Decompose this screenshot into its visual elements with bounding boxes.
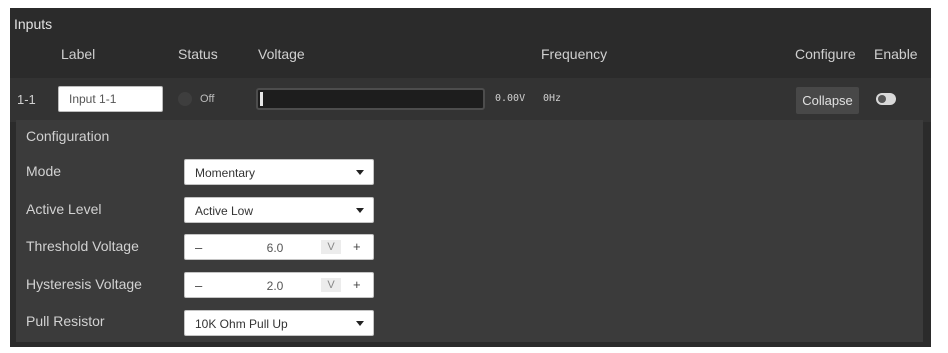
hysteresis-voltage-value[interactable]: 2.0 xyxy=(245,279,305,293)
threshold-voltage-stepper[interactable]: – 6.0 V + xyxy=(184,234,374,260)
pull-resistor-value: 10K Ohm Pull Up xyxy=(195,317,288,331)
panel-title: Inputs xyxy=(14,16,53,32)
configuration-section: Configuration Mode Momentary Active Leve… xyxy=(16,120,923,342)
decrement-button[interactable]: – xyxy=(195,240,202,255)
toggle-knob xyxy=(878,95,886,103)
collapse-button[interactable]: Collapse xyxy=(796,87,859,114)
chevron-down-icon xyxy=(356,321,364,326)
threshold-voltage-label: Threshold Voltage xyxy=(26,238,139,254)
chevron-down-icon xyxy=(356,208,364,213)
hysteresis-voltage-label: Hysteresis Voltage xyxy=(26,276,142,292)
pull-resistor-label: Pull Resistor xyxy=(26,313,105,329)
unit-label: V xyxy=(321,278,341,292)
active-level-label: Active Level xyxy=(26,201,102,217)
pull-resistor-select[interactable]: 10K Ohm Pull Up xyxy=(184,310,374,336)
input-id: 1-1 xyxy=(17,92,36,107)
inputs-panel: Inputs Label Status Voltage Frequency Co… xyxy=(10,8,931,347)
status-indicator-icon xyxy=(178,92,192,106)
input-label-field[interactable] xyxy=(58,86,163,112)
decrement-button[interactable]: – xyxy=(195,278,202,293)
voltage-readout: 0.00V xyxy=(495,93,526,104)
mode-value: Momentary xyxy=(195,166,256,180)
increment-button[interactable]: + xyxy=(353,239,361,254)
frequency-readout: 0Hz xyxy=(543,93,562,104)
increment-button[interactable]: + xyxy=(353,277,361,292)
hysteresis-voltage-stepper[interactable]: – 2.0 V + xyxy=(184,272,374,298)
voltage-meter xyxy=(256,88,485,110)
chevron-down-icon xyxy=(356,170,364,175)
configuration-title: Configuration xyxy=(26,128,110,144)
column-header-frequency: Frequency xyxy=(541,46,608,62)
threshold-voltage-value[interactable]: 6.0 xyxy=(245,241,305,255)
column-header-status: Status xyxy=(178,46,218,62)
input-row: 1-1 Off 0.00V 0Hz Collapse xyxy=(10,78,931,122)
active-level-value: Active Low xyxy=(195,204,254,218)
enable-toggle[interactable] xyxy=(876,93,896,105)
column-header-label: Label xyxy=(61,46,96,62)
unit-label: V xyxy=(321,240,341,254)
column-header-voltage: Voltage xyxy=(258,46,305,62)
voltage-meter-fill xyxy=(260,92,263,106)
mode-select[interactable]: Momentary xyxy=(184,159,374,185)
column-header-configure: Configure xyxy=(795,46,856,62)
status-text: Off xyxy=(200,93,215,105)
active-level-select[interactable]: Active Low xyxy=(184,197,374,223)
mode-label: Mode xyxy=(26,163,62,179)
column-header-enable: Enable xyxy=(874,46,918,62)
